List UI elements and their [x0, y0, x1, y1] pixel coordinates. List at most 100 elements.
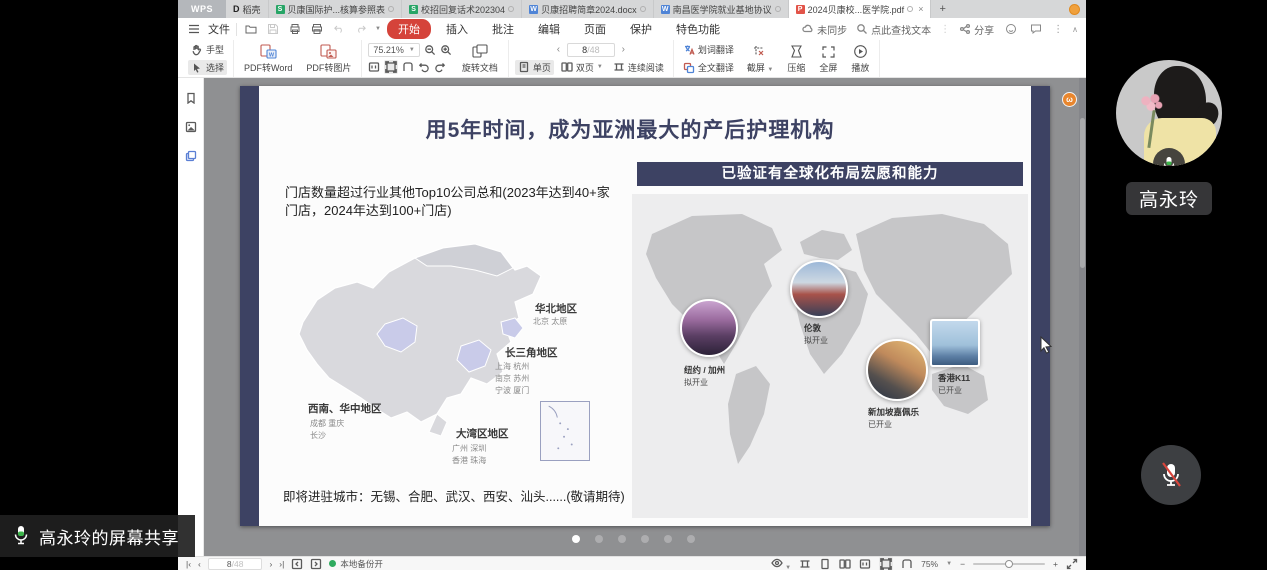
actual-size-icon[interactable]: [368, 61, 380, 73]
tab-sheet-1[interactable]: S 贝康国际护...核算参照表: [269, 0, 403, 18]
tab-pdf-active[interactable]: P 2024贝康校...医学院.pdf ×: [789, 0, 932, 18]
zoom-select[interactable]: 75.21%▼: [368, 43, 419, 57]
chevron-down-icon[interactable]: ▼: [375, 26, 381, 32]
redo-icon[interactable]: [353, 21, 369, 37]
vertical-scrollbar[interactable]: [1079, 78, 1086, 556]
next-page-button[interactable]: ›: [269, 559, 272, 569]
menu-special[interactable]: 特色功能: [667, 19, 729, 39]
chevron-down-icon[interactable]: ▼: [946, 561, 952, 567]
first-page-button[interactable]: |‹: [186, 559, 191, 569]
wps-assistant-icon[interactable]: ω: [1062, 92, 1077, 107]
region-name: 华北地区: [535, 301, 577, 316]
page-number-input[interactable]: 8/48: [567, 43, 615, 57]
wps-window: WPS D 稻壳 S 贝康国际护...核算参照表 S 校招回复话术202304 …: [178, 0, 1086, 570]
save-icon[interactable]: [265, 21, 281, 37]
kebab-icon[interactable]: ⋮: [1053, 24, 1063, 35]
single-page-button[interactable]: 单页: [515, 60, 554, 75]
prev-page-button[interactable]: ‹: [198, 559, 201, 569]
menu-insert[interactable]: 插入: [437, 19, 477, 39]
zoom-slider[interactable]: [973, 563, 1045, 565]
zoom-in-button[interactable]: +: [1053, 559, 1058, 569]
fit-width-icon[interactable]: [402, 61, 414, 73]
next-view-icon[interactable]: [310, 558, 322, 570]
thumbnail-icon[interactable]: [185, 121, 197, 133]
fit-page-button[interactable]: [384, 60, 398, 74]
feedback-icon[interactable]: [1028, 21, 1044, 37]
new-tab-button[interactable]: +: [931, 0, 953, 18]
collapse-toolbar-icon[interactable]: ∧: [1072, 25, 1078, 34]
coming-cities-text: 即将进驻城市：无锡、合肥、武汉、西安、汕头......(敬请期待): [283, 486, 643, 505]
sync-status[interactable]: 未同步: [802, 22, 847, 37]
backup-status[interactable]: 本地备份开: [329, 558, 383, 570]
word-translate-button[interactable]: 划词翻译: [680, 42, 737, 57]
actual-size-icon[interactable]: [859, 558, 871, 570]
view-mode-icon[interactable]: ▼: [771, 557, 791, 570]
open-folder-icon[interactable]: [243, 21, 259, 37]
screen-share-banner: 高永玲的屏幕共享: [0, 515, 195, 557]
zoom-out-button[interactable]: −: [960, 559, 965, 569]
print-icon[interactable]: [287, 21, 303, 37]
menu-comment[interactable]: 批注: [483, 19, 523, 39]
tab-sheet-2[interactable]: S 校招回复话术202304: [402, 0, 522, 18]
play-button[interactable]: 播放: [847, 44, 873, 74]
mic-muted-button[interactable]: [1141, 445, 1201, 505]
menu-protect[interactable]: 保护: [621, 19, 661, 39]
fit-width-icon[interactable]: [901, 558, 913, 570]
rotate-doc-button[interactable]: 旋转文档: [458, 44, 502, 74]
menu-home[interactable]: 开始: [387, 19, 431, 39]
menu-page[interactable]: 页面: [575, 19, 615, 39]
zoom-level[interactable]: 75%: [921, 559, 938, 569]
next-page-button[interactable]: ›: [619, 44, 628, 55]
bookmark-icon[interactable]: [185, 92, 197, 104]
expand-icon[interactable]: [1066, 558, 1078, 570]
rotate-left-icon[interactable]: [418, 61, 430, 73]
region-name: 西南、华中地区: [308, 401, 382, 416]
fit-page-button[interactable]: [879, 557, 893, 570]
menu-edit[interactable]: 编辑: [529, 19, 569, 39]
double-page-button[interactable]: 双页▼: [558, 60, 606, 75]
share-button[interactable]: 分享: [959, 22, 994, 37]
select-tool[interactable]: 选择: [188, 60, 227, 75]
document-area[interactable]: 用5年时间，成为亚洲最大的产后护理机构 门店数量超过行业其他Top10公司总和(…: [204, 78, 1086, 556]
page-number-input[interactable]: 8/48: [208, 558, 263, 570]
pdf-to-image-button[interactable]: PDF转图片: [302, 44, 355, 74]
find-text-button[interactable]: 点此查找文本: [856, 22, 931, 37]
location-label: 新加坡嘉佩乐已开业: [868, 406, 919, 430]
close-icon[interactable]: ×: [918, 4, 923, 14]
hongkong-photo: [930, 319, 980, 367]
slide-dots[interactable]: [572, 535, 695, 543]
single-page-icon[interactable]: [819, 558, 831, 570]
pdf-to-word-button[interactable]: W PDF转Word: [240, 44, 296, 74]
layers-icon[interactable]: [185, 150, 197, 162]
rotate-right-icon[interactable]: [434, 61, 446, 73]
screenshot-icon: [752, 44, 769, 59]
full-translate-button[interactable]: 全文翻译: [680, 60, 737, 75]
menu-file[interactable]: 文件: [208, 21, 230, 37]
double-page-icon[interactable]: [839, 558, 851, 570]
continuous-read-button[interactable]: 连续阅读: [610, 60, 667, 75]
participant-tile[interactable]: 高永玲: [1116, 60, 1222, 215]
tab-docer[interactable]: D 稻壳: [226, 0, 269, 18]
hamburger-icon[interactable]: [186, 21, 202, 37]
hand-tool[interactable]: 手型: [188, 42, 227, 57]
account-avatar[interactable]: [1069, 0, 1086, 18]
undo-icon[interactable]: [331, 21, 347, 37]
compress-button[interactable]: 压缩: [783, 44, 809, 74]
screenshot-button[interactable]: 截屏 ▼: [743, 44, 777, 74]
prev-page-button[interactable]: ‹: [554, 44, 563, 55]
wps-menu-button[interactable]: WPS: [178, 0, 226, 18]
tab-doc-1[interactable]: W 贝康招聘简章2024.docx: [522, 0, 654, 18]
zoom-slider-knob[interactable]: [1005, 560, 1013, 568]
continuous-read-icon[interactable]: [799, 558, 811, 570]
zoom-out-icon[interactable]: [424, 44, 436, 56]
last-page-button[interactable]: ›|: [279, 559, 284, 569]
printer-preview-icon[interactable]: [309, 21, 325, 37]
prev-view-icon[interactable]: [291, 558, 303, 570]
emoji-icon[interactable]: [1003, 21, 1019, 37]
zoom-in-icon[interactable]: [440, 44, 452, 56]
tab-label: 稻壳: [243, 3, 261, 16]
tab-doc-2[interactable]: W 南昌医学院就业基地协议: [654, 0, 789, 18]
chevron-down-icon: ▼: [767, 67, 773, 73]
mouse-cursor: [1040, 336, 1054, 354]
fullscreen-button[interactable]: 全屏: [815, 44, 841, 74]
